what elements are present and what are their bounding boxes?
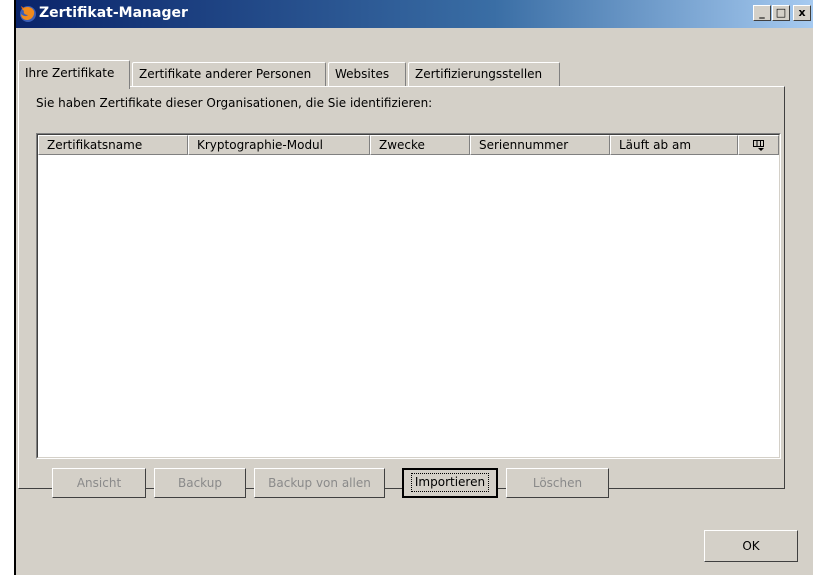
firefox-icon (20, 6, 36, 22)
title-bar[interactable]: Zertifikat-Manager _ □ x (16, 0, 813, 28)
ok-button[interactable]: OK (704, 530, 798, 562)
column-header-laeuft-ab-am[interactable]: Läuft ab am (610, 135, 738, 155)
window-title: Zertifikat-Manager (39, 5, 188, 21)
column-picker-button[interactable] (738, 135, 779, 155)
backup-button[interactable]: Backup (154, 468, 246, 498)
minimize-button[interactable]: _ (753, 5, 771, 21)
certificate-list[interactable]: Zertifikatsname Kryptographie-Modul Zwec… (36, 133, 781, 459)
backup-von-allen-button[interactable]: Backup von allen (254, 468, 385, 498)
maximize-button[interactable]: □ (772, 5, 790, 21)
column-header-zertifikatsname[interactable]: Zertifikatsname (38, 135, 188, 155)
tab-zertifizierungsstellen[interactable]: Zertifizierungsstellen (408, 62, 560, 87)
close-button[interactable]: x (793, 5, 811, 21)
ansicht-button[interactable]: Ansicht (52, 468, 146, 498)
certificate-list-body: Zertifikatsname Kryptographie-Modul Zwec… (37, 134, 780, 458)
importieren-label: Importieren (410, 473, 490, 492)
importieren-button[interactable]: Importieren (402, 468, 498, 498)
tab-zertifikate-anderer-personen[interactable]: Zertifikate anderer Personen (132, 62, 326, 87)
column-header-zwecke[interactable]: Zwecke (370, 135, 470, 155)
loeschen-button[interactable]: Löschen (506, 468, 609, 498)
column-header-seriennummer[interactable]: Seriennummer (470, 135, 610, 155)
column-picker-icon (752, 140, 764, 151)
tab-ihre-zertifikate[interactable]: Ihre Zertifikate (18, 60, 130, 89)
tab-websites[interactable]: Websites (328, 62, 406, 87)
column-header-kryptographie-modul[interactable]: Kryptographie-Modul (188, 135, 370, 155)
